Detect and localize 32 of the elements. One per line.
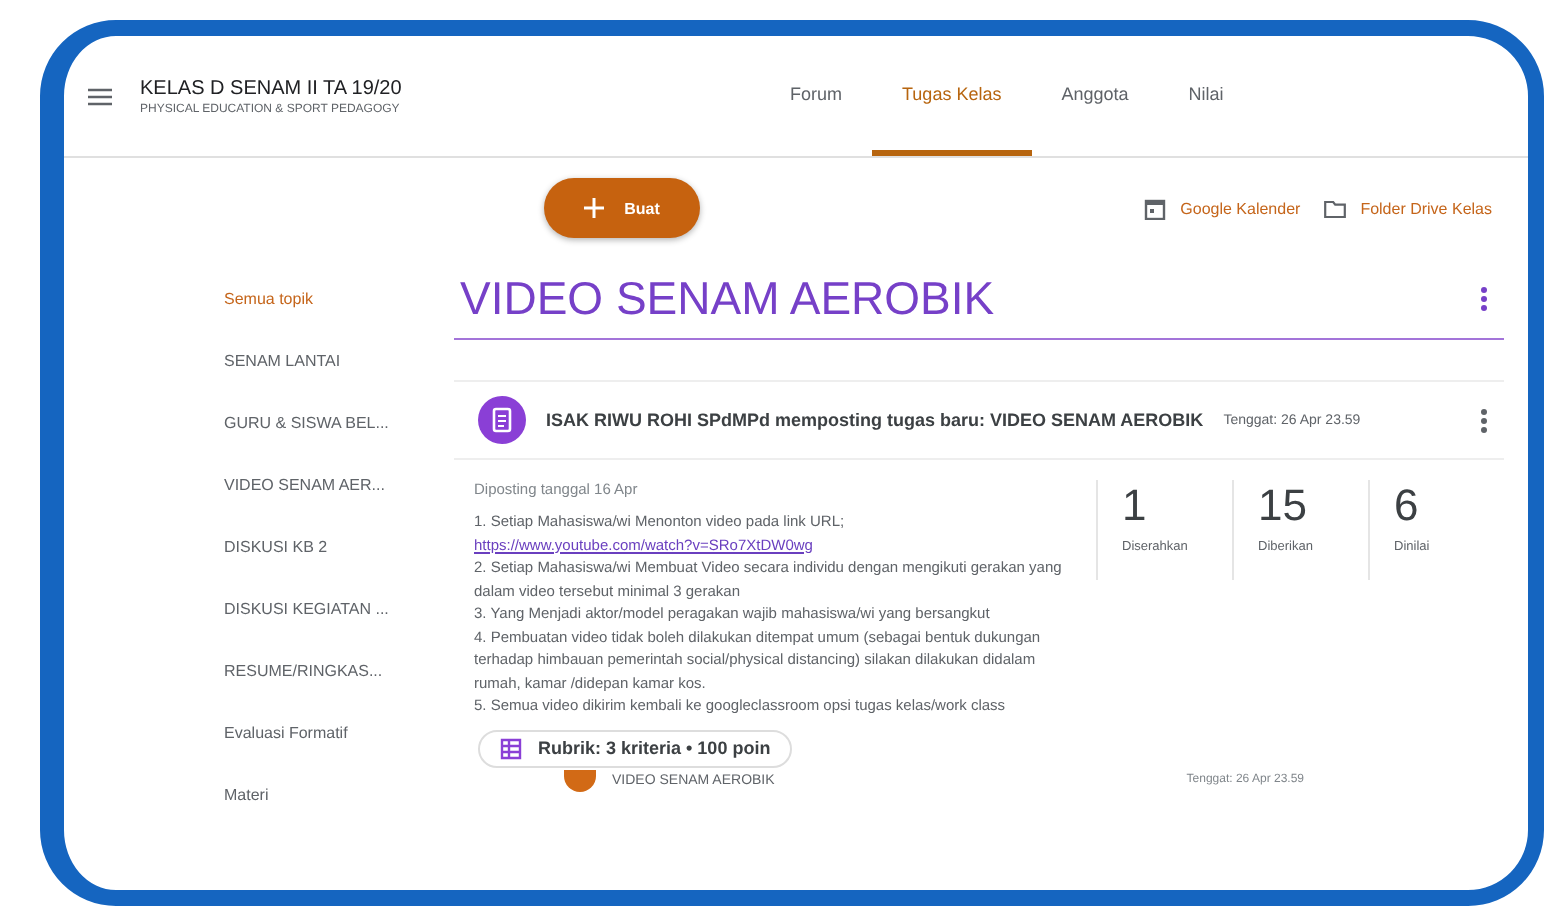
calendar-icon (1144, 197, 1167, 219)
topic-item[interactable]: DISKUSI KB 2 (224, 516, 328, 578)
topic-item[interactable]: Materi (224, 764, 269, 826)
folder-icon (1324, 197, 1347, 219)
rubric-icon (500, 737, 522, 759)
assignment-author-line[interactable]: ISAK RIWU ROHI SPdMPd memposting tugas baru: VIDEO SENAM AEROBIK (546, 410, 1204, 430)
assignment-icon (478, 396, 526, 444)
menu-icon[interactable] (88, 87, 112, 105)
topic-item[interactable]: Semua topik (224, 268, 313, 330)
nav-tab[interactable]: Tugas Kelas (872, 36, 1032, 156)
topic-title: VIDEO SENAM AEROBIK (458, 271, 997, 325)
assignment-icon (564, 769, 596, 791)
plus-icon (584, 198, 605, 218)
nav-tab[interactable]: Anggota (1031, 36, 1159, 156)
topic-item[interactable]: RESUME/RINGKAS... (224, 640, 383, 702)
stat-count[interactable]: 15 (1258, 480, 1344, 532)
topic-item[interactable]: SENAM LANTAI (224, 330, 341, 392)
rubric-chip[interactable]: Rubrik: 3 kriteria • 100 poin (478, 729, 793, 767)
calendar-link[interactable]: Google Kalender (1132, 197, 1313, 219)
topic-item[interactable]: GURU & SISWA BEL... (224, 392, 389, 454)
drive-folder-link[interactable]: Folder Drive Kelas (1312, 197, 1504, 219)
stat-count[interactable]: 6 (1394, 480, 1480, 532)
more-options-icon[interactable] (1480, 285, 1488, 311)
create-button[interactable]: Buat (544, 178, 700, 238)
class-title: KELAS D SENAM II TA 19/20 (140, 77, 404, 99)
nav-tab[interactable]: Nilai (1158, 36, 1254, 156)
stat-count[interactable]: 1 (1122, 480, 1208, 532)
topic-item[interactable]: Evaluasi Formatif (224, 702, 348, 764)
topic-item[interactable]: VIDEO SENAM AER... (224, 454, 385, 516)
topic-item[interactable]: DISKUSI KEGIATAN ... (224, 578, 389, 640)
nav-tab[interactable]: Forum (760, 36, 873, 156)
more-options-icon[interactable] (1480, 407, 1488, 433)
